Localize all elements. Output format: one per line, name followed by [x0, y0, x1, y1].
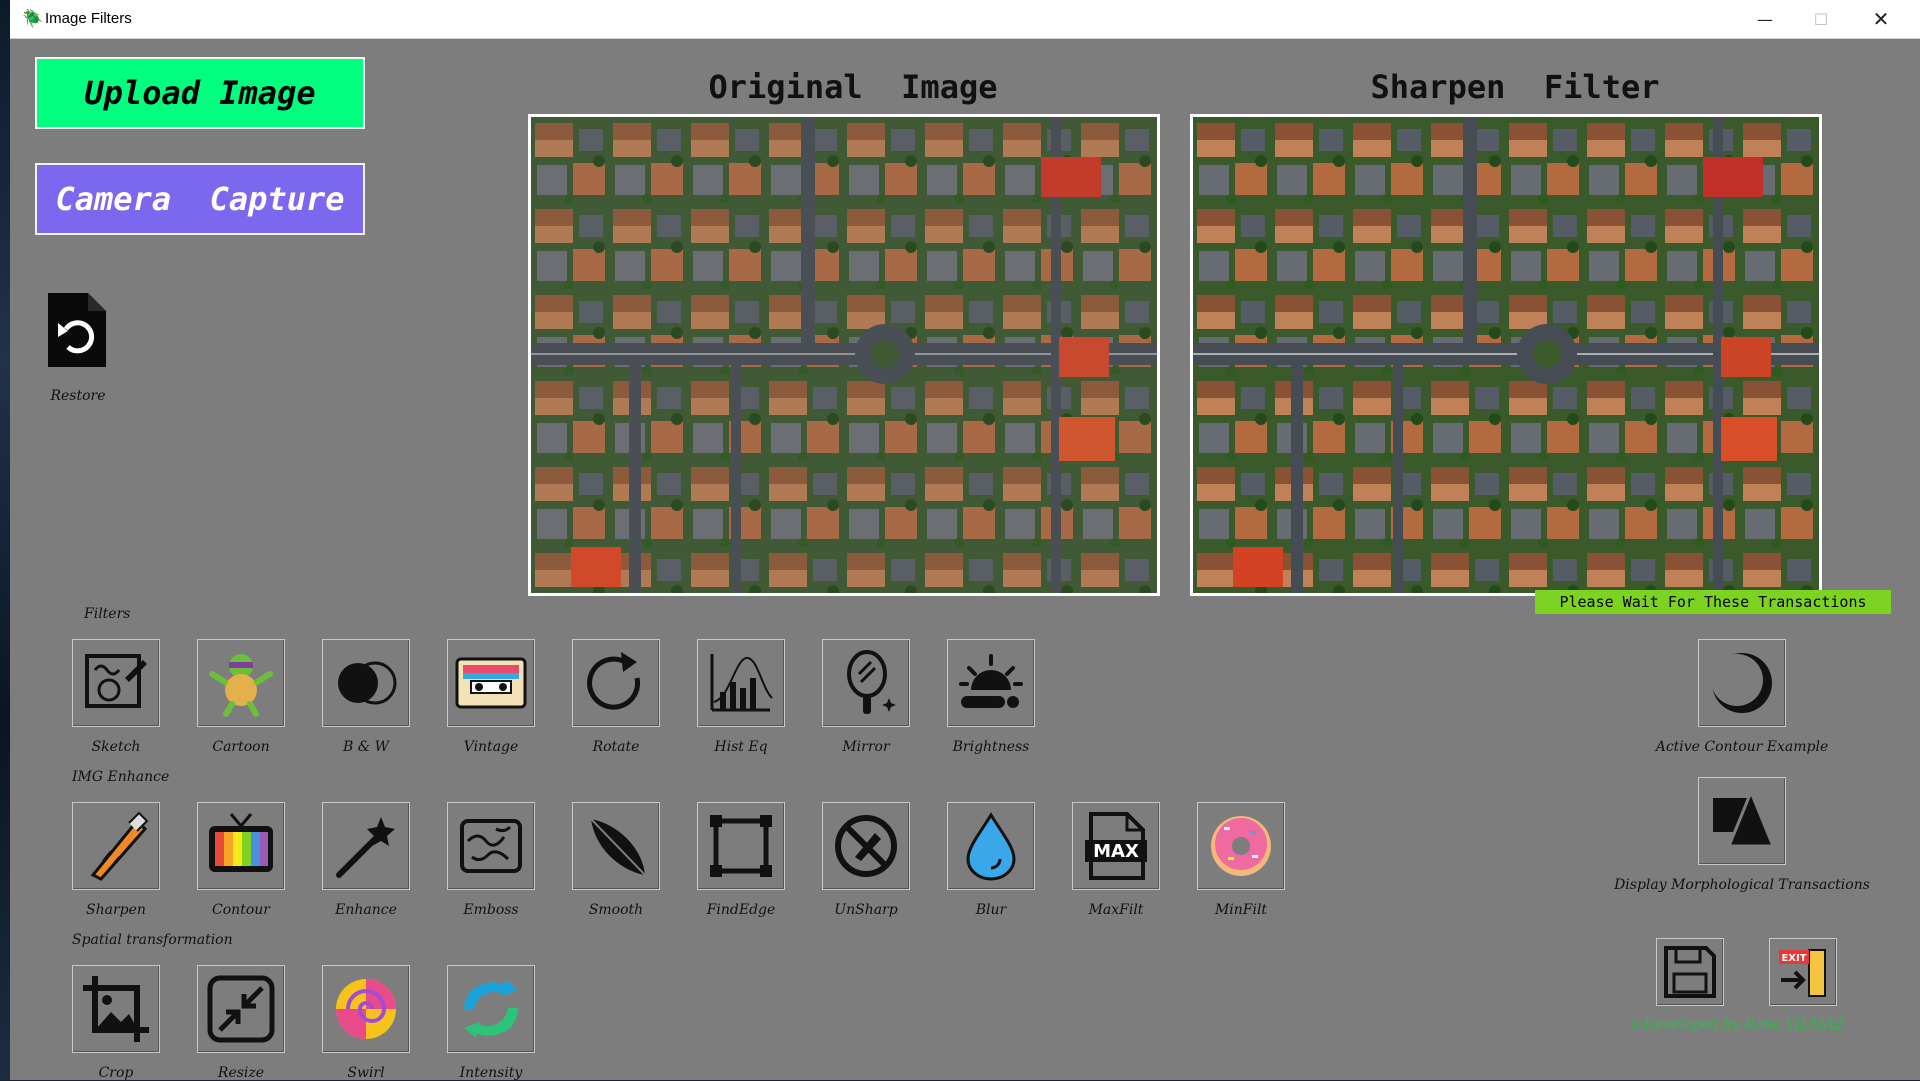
- crop-label: Crop: [98, 1065, 134, 1081]
- brightness-label: Brightness: [952, 739, 1030, 755]
- save-tool[interactable]: [1646, 938, 1734, 1006]
- enhance-section-label: IMG Enhance: [72, 769, 170, 785]
- find-edge-label: FindEdge: [706, 902, 776, 918]
- swirl-tool[interactable]: Swirl: [322, 965, 410, 1081]
- sketch-tool[interactable]: Sketch: [72, 639, 160, 755]
- max-file-icon[interactable]: MAX: [1072, 802, 1160, 890]
- magic-wand-icon[interactable]: [322, 802, 410, 890]
- morphology-label: Display Morphological Transactions: [1614, 877, 1870, 893]
- cassette-icon[interactable]: [447, 639, 535, 727]
- black-white-icon[interactable]: [322, 639, 410, 727]
- exit-door-icon[interactable]: EXIT: [1769, 938, 1837, 1006]
- original-image: [528, 114, 1160, 596]
- black-white-tool[interactable]: B & W: [322, 639, 410, 755]
- floppy-save-icon[interactable]: [1656, 938, 1724, 1006]
- min-filter-label: MinFilt: [1214, 902, 1268, 918]
- rotate-label: Rotate: [592, 739, 640, 755]
- hand-mirror-icon[interactable]: [822, 639, 910, 727]
- enhance-label: Enhance: [335, 902, 397, 918]
- camera-capture-button[interactable]: Camera Capture: [35, 163, 365, 235]
- blur-label: Blur: [975, 902, 1007, 918]
- intensity-tool[interactable]: Intensity: [447, 965, 535, 1081]
- donut-icon[interactable]: [1197, 802, 1285, 890]
- enhance-tool[interactable]: Enhance: [322, 802, 410, 918]
- contour-tool[interactable]: Contour: [197, 802, 285, 918]
- unsharp-tool[interactable]: UnSharp: [822, 802, 910, 918]
- active-contour-label: Active Contour Example: [1655, 739, 1829, 755]
- bounding-box-icon[interactable]: [697, 802, 785, 890]
- title-bar: 🪲 Image Filters — ☐ ✕: [10, 0, 1920, 39]
- spatial-section-label: Spatial transformation: [72, 932, 233, 948]
- rotate-icon[interactable]: [572, 639, 660, 727]
- smooth-label: Smooth: [588, 902, 644, 918]
- histogram-icon[interactable]: [697, 639, 785, 727]
- blur-tool[interactable]: Blur: [947, 802, 1035, 918]
- crescent-moon-icon[interactable]: [1698, 639, 1786, 727]
- max-filter-tool[interactable]: MAX MaxFilt: [1072, 802, 1160, 918]
- sunrise-icon[interactable]: [947, 639, 1035, 727]
- maximize-button[interactable]: ☐: [1793, 0, 1849, 38]
- restore-icon[interactable]: [44, 289, 110, 371]
- svg-text:EXIT: EXIT: [1781, 953, 1806, 964]
- restore-label: Restore: [50, 388, 106, 404]
- filters-section-label: Filters: [84, 606, 131, 622]
- resize-label: Resize: [217, 1065, 265, 1081]
- status-banner: Please Wait For These Transactions: [1535, 590, 1891, 614]
- swirl-label: Swirl: [347, 1065, 385, 1081]
- svg-text:MAX: MAX: [1093, 841, 1139, 862]
- contour-label: Contour: [212, 902, 270, 918]
- emboss-label: Emboss: [463, 902, 519, 918]
- active-contour-tool[interactable]: Active Contour Example: [1656, 639, 1828, 755]
- minimize-button[interactable]: —: [1737, 0, 1793, 38]
- sketch-icon[interactable]: [72, 639, 160, 727]
- mirror-label: Mirror: [842, 739, 890, 755]
- app-window: 🪲 Image Filters — ☐ ✕ Upload Image Camer…: [10, 0, 1920, 1081]
- vintage-label: Vintage: [463, 739, 519, 755]
- crop-icon[interactable]: [72, 965, 160, 1053]
- upload-image-button[interactable]: Upload Image: [35, 57, 365, 129]
- cartoon-label: Cartoon: [212, 739, 270, 755]
- mirror-tool[interactable]: Mirror: [822, 639, 910, 755]
- no-knife-icon[interactable]: [822, 802, 910, 890]
- vintage-tool[interactable]: Vintage: [447, 639, 535, 755]
- app-icon: 🪲: [22, 9, 44, 29]
- max-filter-label: MaxFilt: [1088, 902, 1144, 918]
- emboss-tool[interactable]: Emboss: [447, 802, 535, 918]
- brightness-tool[interactable]: Brightness: [947, 639, 1035, 755]
- intensity-label: Intensity: [459, 1065, 523, 1081]
- turtle-cartoon-icon[interactable]: [197, 639, 285, 727]
- intensity-arrows-icon[interactable]: [447, 965, 535, 1053]
- lollipop-swirl-icon[interactable]: [322, 965, 410, 1053]
- filtered-image: [1190, 114, 1822, 596]
- crop-tool[interactable]: Crop: [72, 965, 160, 1081]
- resize-tool[interactable]: Resize: [197, 965, 285, 1081]
- developer-credits: ©Developed by Rana YILMAZ: [1630, 1017, 1844, 1033]
- original-image-title: Original Image: [708, 68, 998, 106]
- min-filter-tool[interactable]: MinFilt: [1197, 802, 1285, 918]
- feather-icon[interactable]: [572, 802, 660, 890]
- cartoon-tool[interactable]: Cartoon: [197, 639, 285, 755]
- shapes-icon[interactable]: [1698, 777, 1786, 865]
- rotate-tool[interactable]: Rotate: [572, 639, 660, 755]
- find-edge-tool[interactable]: FindEdge: [697, 802, 785, 918]
- water-drop-icon[interactable]: [947, 802, 1035, 890]
- morphology-tool[interactable]: Display Morphological Transactions: [1614, 777, 1870, 893]
- exit-tool[interactable]: EXIT: [1759, 938, 1847, 1006]
- sharpen-tool[interactable]: Sharpen: [72, 802, 160, 918]
- hist-eq-label: Hist Eq: [714, 739, 768, 755]
- close-button[interactable]: ✕: [1853, 0, 1909, 38]
- black-white-label: B & W: [342, 739, 390, 755]
- retro-tv-icon[interactable]: [197, 802, 285, 890]
- unsharp-label: UnSharp: [834, 902, 898, 918]
- sketch-label: Sketch: [91, 739, 141, 755]
- window-title: Image Filters: [45, 10, 132, 27]
- hist-eq-tool[interactable]: Hist Eq: [697, 639, 785, 755]
- filtered-image-title: Sharpen Filter: [1370, 68, 1660, 106]
- smooth-tool[interactable]: Smooth: [572, 802, 660, 918]
- sharpen-label: Sharpen: [86, 902, 146, 918]
- desktop-background: [0, 0, 10, 1080]
- resize-icon[interactable]: [197, 965, 285, 1053]
- box-cutter-icon[interactable]: [72, 802, 160, 890]
- map-emboss-icon[interactable]: [447, 802, 535, 890]
